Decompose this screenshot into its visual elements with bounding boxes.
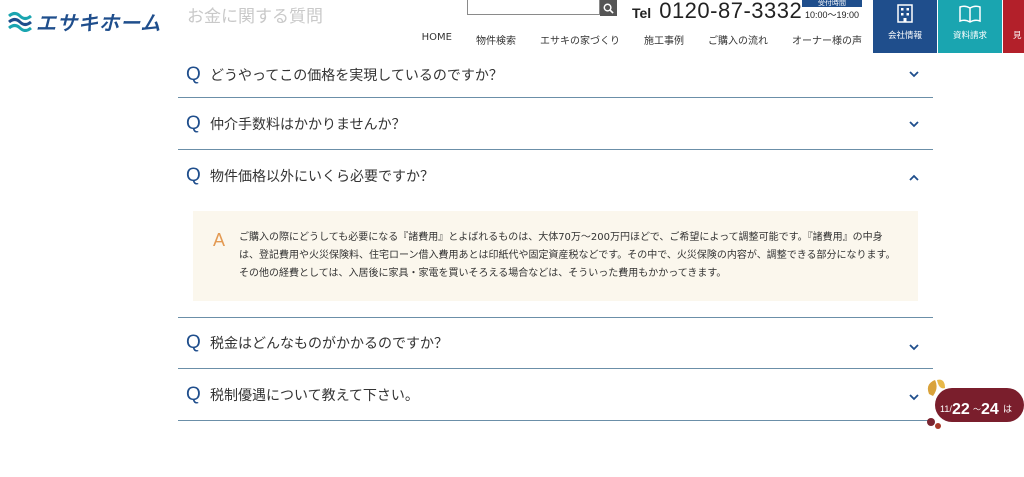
faq-item-open: Q 物件価格以外にいくら必要ですか？ A ご購入の際にどうしても必要になる『諸費…: [178, 150, 933, 318]
hours-time: 10:00〜19:00: [804, 10, 860, 20]
nav-construction-examples[interactable]: 施工事例: [644, 32, 684, 47]
faq-question-toggle[interactable]: Q 税制優遇について教えて下さい。: [178, 369, 933, 420]
event-date-badge[interactable]: 11/ 22 〜 24 は: [923, 378, 1024, 430]
faq-answer-text: ご購入の際にどうしても必要になる『諸費用』とよばれるものは、大体70万〜200万…: [239, 232, 896, 279]
chevron-down-icon: [909, 394, 919, 401]
nav-property-search[interactable]: 物件検索: [476, 32, 516, 47]
business-hours: 受付時間 10:00〜19:00: [802, 0, 862, 21]
faq-item: Q 税金はどんなものがかかるのですか？: [178, 318, 933, 369]
q-mark: Q: [186, 332, 201, 353]
header-action-buttons: 会社情報 資料請求 見: [873, 0, 1024, 53]
third-header-button[interactable]: 見: [1003, 0, 1024, 53]
faq-question-text: 税制優遇について教えて下さい。: [210, 387, 419, 404]
badge-day-end: 24: [981, 401, 999, 418]
faq-question-text: 物件価格以外にいくら必要ですか？: [210, 169, 434, 185]
main-nav: HOME 物件検索 エサキの家づくり 施工事例 ご購入の流れ オーナー様の声: [422, 32, 862, 47]
search-button[interactable]: [600, 0, 617, 16]
badge-day-start: 22: [952, 401, 970, 418]
faq-question-toggle[interactable]: Q どうやってこの価格を実現しているのですか？: [178, 53, 933, 97]
building-icon: [897, 4, 913, 23]
badge-separator: 〜: [973, 405, 981, 414]
event-badge-graphic: 11/ 22 〜 24 は: [927, 379, 1024, 429]
faq-question-text: 税金はどんなものがかかるのですか？: [210, 336, 448, 352]
search-input[interactable]: [467, 0, 600, 15]
tel-number: 0120-87-3332: [659, 0, 803, 23]
third-button-label: 見: [1013, 31, 1022, 41]
chevron-down-icon: [909, 71, 919, 78]
badge-suffix: は: [1003, 404, 1012, 415]
request-documents-label: 資料請求: [952, 31, 987, 41]
faq-question-text: 仲介手数料はかかりませんか？: [210, 116, 406, 133]
faq-question-text: どうやってこの価格を実現しているのですか？: [210, 68, 503, 84]
q-mark: Q: [186, 165, 201, 186]
wave-logo-icon: [8, 12, 32, 32]
nav-owner-voices[interactable]: オーナー様の声: [792, 32, 862, 47]
badge-month: 11/: [940, 404, 952, 414]
nav-purchase-flow[interactable]: ご購入の流れ: [708, 32, 768, 47]
chevron-down-icon: [909, 344, 919, 351]
request-documents-button[interactable]: 資料請求: [938, 0, 1002, 53]
leaf-decoration-icon: [927, 380, 937, 396]
faq-item: Q 税制優遇について教えて下さい。: [178, 369, 933, 421]
chevron-down-icon: [909, 121, 919, 128]
company-info-label: 会社情報: [887, 31, 922, 41]
chevron-up-icon: [909, 174, 919, 181]
company-info-button[interactable]: 会社情報: [873, 0, 937, 53]
site-logo[interactable]: エサキホーム: [8, 6, 161, 36]
phone-contact[interactable]: Tel 0120-87-3332: [632, 0, 802, 24]
hours-label: 受付時間: [802, 0, 862, 7]
q-mark: Q: [186, 112, 201, 134]
book-icon: [959, 5, 981, 23]
nav-house-building[interactable]: エサキの家づくり: [540, 32, 620, 47]
search-icon: [603, 3, 614, 14]
faq-question-toggle[interactable]: Q 税金はどんなものがかかるのですか？: [178, 318, 933, 368]
page-heading: お金に関する質問: [187, 7, 323, 27]
logo-text: エサキホーム: [36, 10, 162, 35]
search-box: [467, 0, 617, 16]
tel-label: Tel: [632, 5, 652, 21]
faq-answer: A ご購入の際にどうしても必要になる『諸費用』とよばれるものは、大体70万〜20…: [193, 211, 918, 301]
faq-question-toggle[interactable]: Q 物件価格以外にいくら必要ですか？: [178, 150, 933, 202]
q-mark: Q: [186, 383, 201, 405]
faq-list: Q どうやってこの価格を実現しているのですか？ Q 仲介手数料はかかりませんか？…: [178, 53, 933, 421]
faq-item: Q 仲介手数料はかかりませんか？: [178, 98, 933, 150]
faq-question-toggle[interactable]: Q 仲介手数料はかかりませんか？: [178, 98, 933, 149]
q-mark: Q: [186, 64, 201, 85]
faq-item: Q どうやってこの価格を実現しているのですか？: [178, 53, 933, 98]
nav-home[interactable]: HOME: [422, 32, 452, 47]
a-mark: A: [213, 230, 226, 250]
